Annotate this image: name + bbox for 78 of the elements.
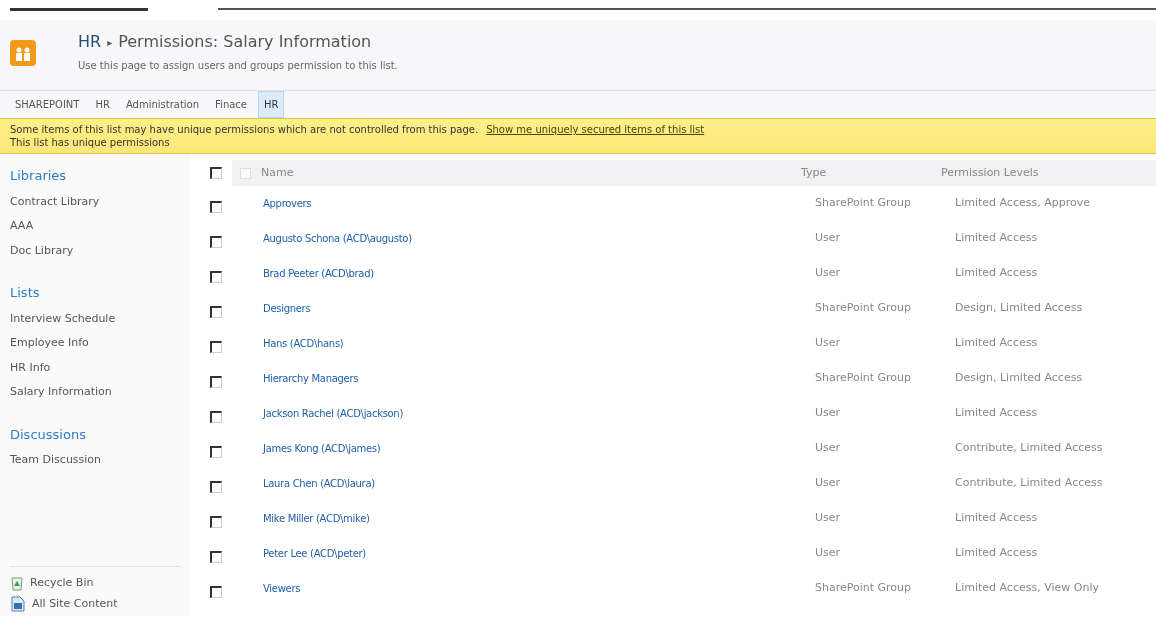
permission-cell: Limited Access — [955, 265, 1038, 282]
sidebar-item[interactable]: Employee Info — [10, 335, 180, 352]
permission-cell: Design, Limited Access — [955, 300, 1083, 317]
nav-tab[interactable]: HR — [90, 92, 115, 117]
permission-cell: Contribute, Limited Access — [955, 440, 1103, 457]
type-cell-text: User — [815, 545, 842, 562]
sidebar-item[interactable]: Interview Schedule — [10, 310, 180, 327]
permission-cell: Limited Access — [955, 510, 1038, 527]
checkbox[interactable] — [210, 515, 222, 528]
sidebar-heading[interactable]: Libraries — [10, 166, 180, 186]
member-link[interactable]: James Kong (ACD\james) — [263, 441, 815, 456]
checkbox[interactable] — [210, 410, 222, 423]
type-cell-text: User — [815, 230, 842, 247]
type-cell-text: SharePoint Group — [815, 300, 913, 317]
sidebar-heading[interactable]: Lists — [10, 283, 180, 303]
column-selector-icon — [240, 167, 251, 179]
checkbox[interactable] — [210, 340, 222, 353]
nav-tab[interactable]: Finace — [210, 92, 252, 117]
page-description: Use this page to assign users and groups permission to this list. — [78, 59, 398, 73]
member-link[interactable]: Hans (ACD\hans) — [263, 336, 815, 351]
permission-cell: Contribute, Limited Access — [955, 475, 1103, 492]
recycle-bin-icon — [10, 575, 24, 592]
checkbox[interactable] — [210, 235, 222, 248]
sidebar-item[interactable]: Team Discussion — [10, 452, 180, 469]
unique-items-link[interactable]: Show me uniquely secured items of this list — [486, 123, 705, 136]
permission-cell: Limited Access — [955, 230, 1038, 247]
document-icon — [10, 595, 26, 612]
member-link[interactable]: Approvers — [263, 196, 815, 211]
member-link[interactable]: Augusto Schona (ACD\augusto) — [263, 231, 815, 246]
type-cell-text: User — [815, 440, 842, 457]
sidebar-heading[interactable]: Discussions — [10, 424, 180, 444]
type-cell-text: User — [815, 510, 842, 527]
sidebar-item[interactable]: Doc Library — [10, 242, 180, 259]
type-cell-text: User — [815, 475, 842, 492]
group-logo-icon — [10, 40, 36, 66]
permission-cell: Limited Access, Approve — [955, 195, 1090, 212]
type-cell-text: User — [815, 405, 842, 422]
site-link[interactable]: HR — [78, 30, 102, 54]
checkbox[interactable] — [210, 375, 222, 388]
permission-cell: Design, Limited Access — [955, 370, 1083, 387]
member-link[interactable]: Brad Peeter (ACD\brad) — [263, 266, 815, 281]
permission-cell: Limited Access — [955, 545, 1038, 562]
nav-tab[interactable]: SHAREPOINT — [10, 92, 85, 117]
checkbox[interactable] — [210, 480, 222, 493]
checkbox[interactable] — [210, 550, 222, 563]
permission-cell: Limited Access — [955, 335, 1038, 352]
member-link[interactable]: Designers — [263, 301, 815, 316]
member-link[interactable]: Viewers — [263, 581, 815, 596]
checkbox[interactable] — [210, 270, 222, 283]
checkbox[interactable] — [210, 200, 222, 213]
sidebar-item[interactable]: AAA — [10, 218, 180, 235]
type-cell-text: User — [815, 335, 842, 352]
type-cell-text: User — [815, 265, 842, 282]
permission-cell: Limited Access, View Only — [955, 580, 1099, 597]
checkbox[interactable] — [210, 167, 222, 179]
sidebar-item[interactable]: Contract Library — [10, 193, 180, 210]
nav-tab[interactable]: HR — [258, 91, 285, 118]
notice-message: Some items of this list may have unique permissions which are not controlled from this page. — [10, 123, 479, 136]
type-cell-text: SharePoint Group — [815, 370, 913, 387]
permission-cell: Limited Access — [955, 405, 1038, 422]
member-link[interactable]: Jackson Rachel (ACD\jackson) — [263, 406, 815, 421]
checkbox[interactable] — [210, 305, 222, 318]
member-link[interactable]: Peter Lee (ACD\peter) — [263, 546, 815, 561]
member-link[interactable]: Mike Miller (ACD\mike) — [263, 511, 815, 526]
sidebar-item[interactable]: HR Info — [10, 359, 180, 376]
member-link[interactable]: Hierarchy Managers — [263, 371, 815, 386]
checkbox[interactable] — [210, 585, 222, 598]
sidebar-footer-link[interactable]: All Site Content — [32, 595, 118, 612]
sidebar-footer-link[interactable]: Recycle Bin — [30, 575, 94, 592]
nav-tab[interactable]: Administration — [120, 92, 205, 117]
page-title: Permissions: Salary Information — [118, 31, 372, 53]
sidebar-item[interactable]: Salary Information — [10, 384, 180, 401]
breadcrumb-separator: ▸ — [107, 35, 113, 50]
type-cell-text: SharePoint Group — [815, 580, 913, 597]
checkbox[interactable] — [210, 445, 222, 458]
type-cell-text: SharePoint Group — [815, 195, 913, 212]
member-link[interactable]: Laura Chen (ACD\laura) — [263, 476, 815, 491]
notice-status: This list has unique permissions — [10, 136, 171, 149]
